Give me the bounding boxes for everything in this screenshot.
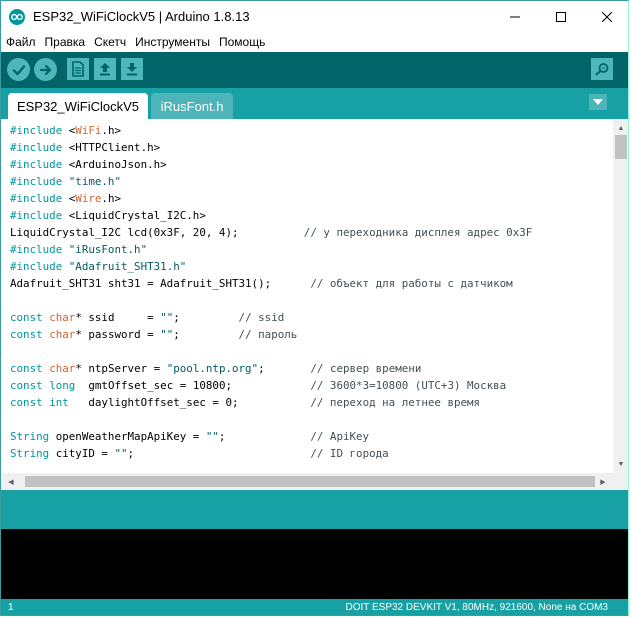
close-button[interactable] — [584, 1, 628, 32]
minimize-button[interactable] — [492, 1, 538, 32]
status-bar: 1 DOIT ESP32 DEVKIT V1, 80MHz, 921600, N… — [1, 599, 628, 615]
scroll-up-icon[interactable]: ▲ — [613, 121, 628, 135]
code-line: #include <ArduinoJson.h> — [10, 158, 167, 171]
arduino-window: ESP32_WiFiClockV5 | Arduino 1.8.13 Файл … — [0, 0, 629, 616]
toolbar — [1, 52, 628, 88]
checkmark-icon — [12, 64, 25, 75]
code-line: #include "time.h" — [10, 175, 121, 188]
scroll-down-icon[interactable]: ▼ — [613, 457, 628, 471]
upload-button[interactable] — [34, 58, 57, 81]
verify-button[interactable] — [7, 58, 30, 81]
arrow-up-icon — [100, 63, 110, 76]
menu-tools[interactable]: Инструменты — [130, 35, 214, 49]
tab-menu-button[interactable] — [589, 94, 607, 110]
minimize-icon — [510, 16, 520, 17]
arrow-down-icon — [127, 63, 137, 76]
maximize-icon — [556, 11, 566, 22]
menu-bar: Файл Правка Скетч Инструменты Помощь — [1, 32, 628, 52]
code-line: #include <Wire.h> — [10, 192, 122, 205]
code-line: #include <LiquidCrystal_I2C.h> — [10, 209, 206, 222]
message-area — [1, 490, 628, 529]
tab-bar: ESP32_WiFiClockV5 iRusFont.h — [1, 88, 628, 119]
scroll-right-icon[interactable]: ▶ — [595, 473, 611, 490]
scroll-left-icon[interactable]: ◀ — [3, 473, 19, 490]
code-line: const char* password = ""; // пароль — [10, 328, 298, 341]
new-sketch-button[interactable] — [67, 58, 89, 80]
console-output[interactable] — [1, 529, 628, 599]
close-icon — [602, 11, 612, 22]
code-line: const long gmtOffset_sec = 10800; // 360… — [10, 379, 507, 392]
magnifier-icon — [595, 63, 609, 76]
code-line: #include "iRusFont.h" — [10, 243, 148, 256]
line-number: 1 — [8, 602, 14, 613]
code-line: const char* ntpServer = "pool.ntp.org"; … — [10, 362, 422, 375]
code-text: #include <WiFi.h> #include <HTTPClient.h… — [10, 122, 532, 462]
scrollbar-corner — [613, 473, 628, 490]
horizontal-scroll-thumb[interactable] — [25, 476, 595, 487]
open-sketch-button[interactable] — [94, 58, 116, 80]
code-line: #include "Adafruit_SHT31.h" — [10, 260, 187, 273]
arduino-logo-icon — [9, 9, 25, 25]
chevron-down-icon — [593, 99, 603, 105]
arrow-right-icon — [39, 64, 51, 75]
board-info: DOIT ESP32 DEVKIT V1, 80MHz, 921600, Non… — [345, 602, 609, 613]
save-sketch-button[interactable] — [121, 58, 143, 80]
tab-irusfont[interactable]: iRusFont.h — [151, 93, 233, 119]
window-title: ESP32_WiFiClockV5 | Arduino 1.8.13 — [33, 9, 250, 24]
vertical-scrollbar[interactable]: ▲ ▼ — [613, 119, 628, 473]
vertical-scroll-thumb[interactable] — [615, 135, 627, 159]
menu-help[interactable]: Помощь — [214, 35, 269, 49]
menu-edit[interactable]: Правка — [40, 35, 90, 49]
code-editor[interactable]: #include <WiFi.h> #include <HTTPClient.h… — [1, 119, 613, 473]
new-file-icon — [72, 61, 84, 77]
menu-sketch[interactable]: Скетч — [89, 35, 130, 49]
serial-monitor-button[interactable] — [591, 58, 613, 80]
code-line: String cityID = ""; // ID города — [10, 447, 389, 460]
code-line: #include <HTTPClient.h> — [10, 141, 161, 154]
tab-esp32-wificlock[interactable]: ESP32_WiFiClockV5 — [8, 93, 148, 119]
horizontal-scrollbar[interactable]: ◀ ▶ — [1, 473, 613, 490]
code-line: #include <WiFi.h> — [10, 124, 122, 137]
code-line: const int daylightOffset_sec = 0; // пер… — [10, 396, 481, 409]
code-line: String openWeatherMapApiKey = ""; // Api… — [10, 430, 370, 443]
code-line: const char* ssid = ""; // ssid — [10, 311, 285, 324]
title-bar[interactable]: ESP32_WiFiClockV5 | Arduino 1.8.13 — [1, 1, 628, 32]
maximize-button[interactable] — [538, 1, 584, 32]
code-line: Adafruit_SHT31 sht31 = Adafruit_SHT31();… — [10, 277, 513, 290]
code-line: LiquidCrystal_I2C lcd(0x3F, 20, 4); // у… — [10, 226, 533, 239]
menu-file[interactable]: Файл — [1, 35, 40, 49]
